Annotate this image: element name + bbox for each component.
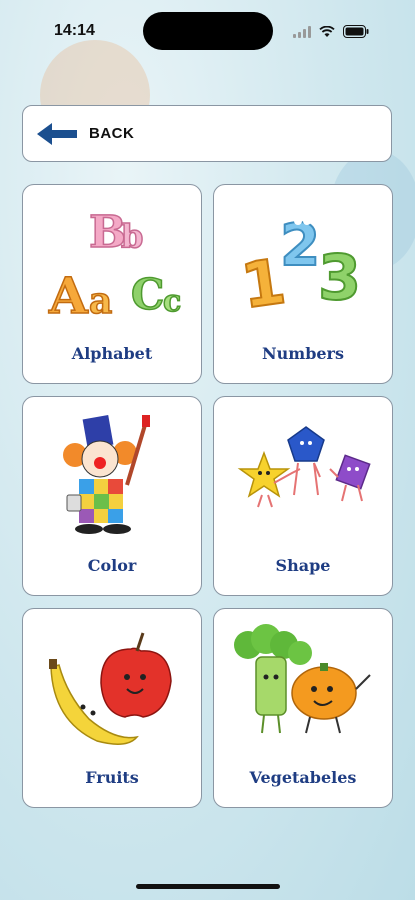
system-icons xyxy=(293,25,369,38)
category-card-vegetables[interactable]: Vegetabeles xyxy=(213,608,393,808)
svg-text:b: b xyxy=(121,217,143,255)
shapes-illustration xyxy=(237,426,371,508)
svg-text:C: C xyxy=(131,270,164,319)
dynamic-island xyxy=(143,12,273,50)
category-label: Vegetabeles xyxy=(249,768,357,787)
battery-icon xyxy=(343,25,369,38)
category-label: Numbers xyxy=(262,344,344,363)
category-label: Fruits xyxy=(85,768,139,787)
signal-icon xyxy=(293,25,311,38)
category-label: Shape xyxy=(275,556,331,575)
fruits-illustration xyxy=(49,632,172,745)
svg-text:c: c xyxy=(163,284,181,319)
alphabet-letters-illustration: B b A a C c xyxy=(47,206,182,326)
category-card-color[interactable]: Color xyxy=(22,396,202,596)
svg-text:a: a xyxy=(89,280,112,322)
clown-painter-illustration xyxy=(63,414,150,534)
wifi-icon xyxy=(319,25,335,37)
back-label: BACK xyxy=(89,125,135,142)
category-label: Alphabet xyxy=(71,344,153,363)
svg-text:3: 3 xyxy=(318,241,361,314)
status-time: 14:14 xyxy=(54,22,95,39)
category-card-alphabet[interactable]: B b A a C c Alphabet xyxy=(22,184,202,384)
category-label: Color xyxy=(87,556,137,575)
numbers-illustration: 1 2 3 xyxy=(236,210,362,324)
status-bar: 14:14 xyxy=(0,0,415,62)
category-card-fruits[interactable]: Fruits xyxy=(22,608,202,808)
arrow-left-icon xyxy=(37,122,77,145)
svg-text:A: A xyxy=(48,266,89,325)
category-card-shape[interactable]: Shape xyxy=(213,396,393,596)
back-button[interactable]: BACK xyxy=(22,105,392,162)
vegetables-illustration xyxy=(234,624,371,734)
home-indicator[interactable] xyxy=(136,884,280,889)
category-card-numbers[interactable]: 1 2 3 Numbers xyxy=(213,184,393,384)
